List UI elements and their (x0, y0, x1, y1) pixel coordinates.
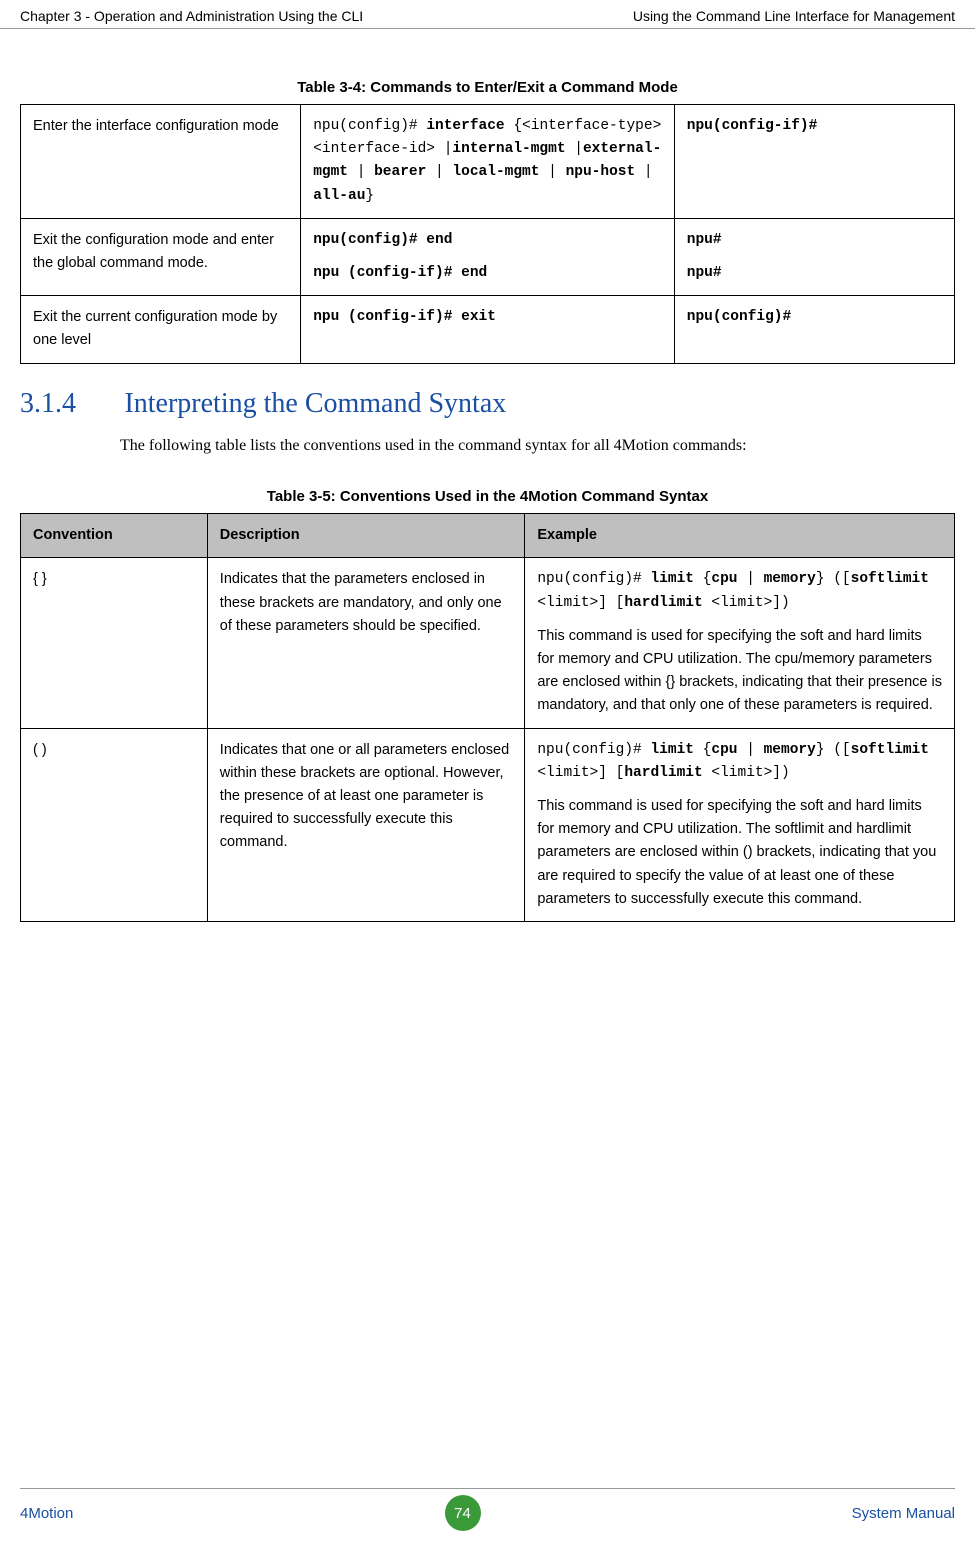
cell-command: npu (config-if)# exit (301, 296, 675, 363)
page-number-badge: 74 (445, 1495, 481, 1531)
page-header: Chapter 3 - Operation and Administration… (0, 0, 975, 29)
col-example: Example (525, 514, 955, 558)
table-row: Exit the current configuration mode by o… (21, 296, 955, 363)
header-right: Using the Command Line Interface for Man… (633, 8, 955, 24)
cell-desc: Enter the interface configuration mode (21, 105, 301, 219)
table-row: ( ) Indicates that one or all parameters… (21, 728, 955, 921)
cell-example: npu(config)# limit {cpu | memory} ([soft… (525, 558, 955, 728)
table-row: Exit the configuration mode and enter th… (21, 218, 955, 295)
col-convention: Convention (21, 514, 208, 558)
table-header-row: Convention Description Example (21, 514, 955, 558)
cell-desc: Exit the current configuration mode by o… (21, 296, 301, 363)
cell-command: npu(config)# end npu (config-if)# end (301, 218, 675, 295)
table-3-5: Convention Description Example { } Indic… (20, 513, 955, 922)
header-left: Chapter 3 - Operation and Administration… (20, 8, 363, 24)
cell-example: npu(config)# limit {cpu | memory} ([soft… (525, 728, 955, 921)
page-footer: 4Motion 74 System Manual (20, 1488, 955, 1531)
table-row: { } Indicates that the parameters enclos… (21, 558, 955, 728)
cell-prompt: npu(config-if)# (674, 105, 954, 219)
table-3-5-title: Table 3-5: Conventions Used in the 4Moti… (20, 488, 955, 505)
cell-description: Indicates that one or all parameters enc… (207, 728, 525, 921)
page-content: Table 3-4: Commands to Enter/Exit a Comm… (0, 29, 975, 922)
cell-prompt: npu# npu# (674, 218, 954, 295)
footer-left: 4Motion (20, 1505, 73, 1522)
table-3-4-title: Table 3-4: Commands to Enter/Exit a Comm… (20, 79, 955, 96)
col-description: Description (207, 514, 525, 558)
footer-right: System Manual (852, 1505, 955, 1522)
table-row: Enter the interface configuration mode n… (21, 105, 955, 219)
section-body-text: The following table lists the convention… (120, 434, 955, 459)
cell-desc: Exit the configuration mode and enter th… (21, 218, 301, 295)
cell-convention: ( ) (21, 728, 208, 921)
cell-convention: { } (21, 558, 208, 728)
cell-description: Indicates that the parameters enclosed i… (207, 558, 525, 728)
section-title: Interpreting the Command Syntax (124, 388, 506, 420)
table-3-4: Enter the interface configuration mode n… (20, 104, 955, 364)
section-number: 3.1.4 (20, 388, 120, 420)
section-heading: 3.1.4 Interpreting the Command Syntax (20, 388, 955, 420)
cell-command: npu(config)# interface {<interface-type>… (301, 105, 675, 219)
cell-prompt: npu(config)# (674, 296, 954, 363)
